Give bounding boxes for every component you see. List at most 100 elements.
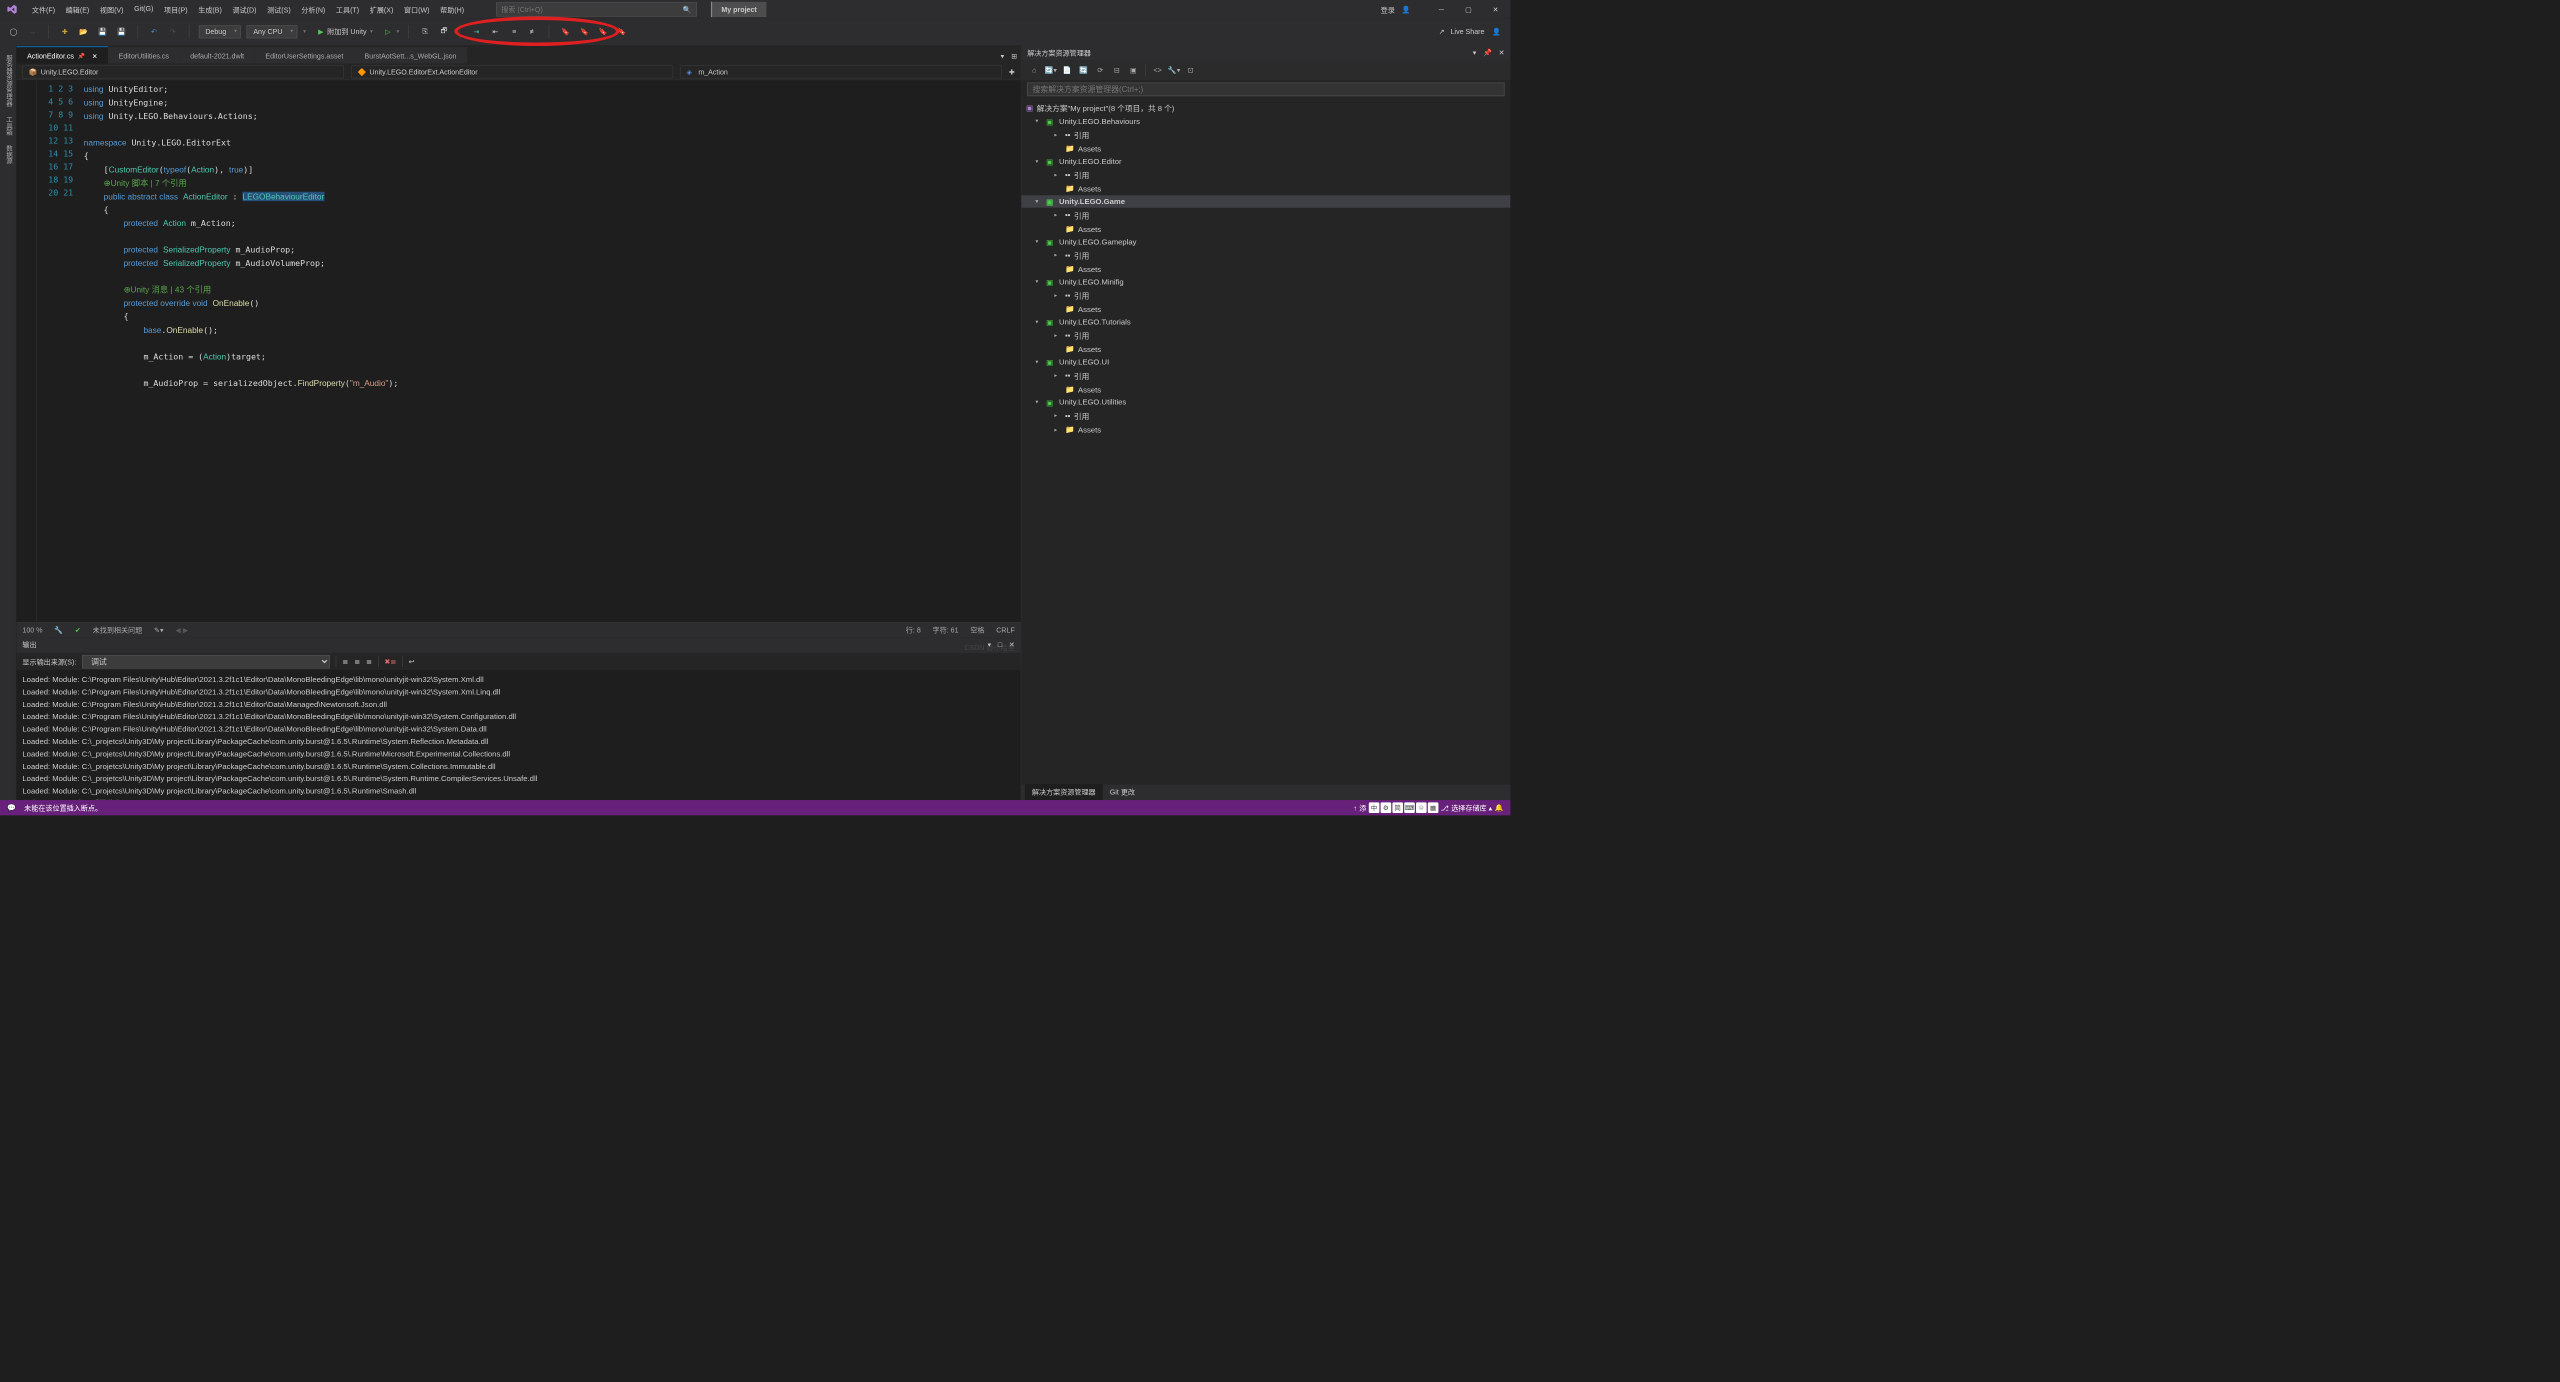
chevron-right-icon[interactable]: ▸: [1054, 172, 1061, 178]
explorer-search[interactable]: [1027, 82, 1504, 96]
chevron-right-icon[interactable]: ▸: [1054, 412, 1061, 418]
save-icon[interactable]: 💾: [96, 25, 109, 38]
config-dropdown[interactable]: Debug: [199, 25, 241, 38]
nav-back-icon[interactable]: ◯: [7, 25, 20, 38]
live-share-icon[interactable]: ↗: [1439, 27, 1445, 35]
brush-icon[interactable]: ✎▾: [154, 626, 163, 634]
search-input[interactable]: [501, 5, 682, 13]
menu-debug[interactable]: 调试(D): [228, 2, 261, 17]
output-body[interactable]: Loaded: Module: C:\Program Files\Unity\H…: [17, 670, 1021, 800]
menu-edit[interactable]: 编辑(E): [61, 2, 94, 17]
chevron-right-icon[interactable]: ▸: [1054, 332, 1061, 338]
menu-build[interactable]: 生成(B): [194, 2, 227, 17]
save-all-icon[interactable]: 💾: [115, 25, 128, 38]
uncomment-icon[interactable]: ≢: [527, 25, 540, 38]
ime-bar[interactable]: 中⚙简⌨☺▦: [1369, 802, 1439, 813]
chevron-right-icon[interactable]: ▸: [1054, 426, 1061, 432]
menu-analyze[interactable]: 分析(N): [297, 2, 330, 17]
sidebar-toolbox[interactable]: 工具箱: [0, 111, 16, 140]
open-icon[interactable]: 📂: [77, 25, 90, 38]
chevron-down-icon[interactable]: ▾: [1035, 198, 1042, 204]
explorer-dropdown-icon[interactable]: ▾: [1473, 48, 1477, 56]
browse-icon[interactable]: 🗗: [437, 25, 450, 38]
code-body[interactable]: using UnityEditor; using UnityEngine; us…: [84, 80, 1021, 622]
project-selector[interactable]: My project: [711, 2, 766, 17]
chevron-right-icon[interactable]: ▸: [1054, 252, 1061, 258]
menu-extensions[interactable]: 扩展(X): [365, 2, 398, 17]
chevron-down-icon[interactable]: ▾: [1035, 359, 1042, 365]
output-goto-icon[interactable]: ≣: [342, 657, 348, 665]
chevron-down-icon[interactable]: ▾: [1035, 238, 1042, 244]
explorer-close-icon[interactable]: ✕: [1499, 48, 1505, 56]
pending-icon[interactable]: 📄: [1060, 63, 1074, 77]
solution-tree[interactable]: ▣解决方案"My project"(8 个项目，共 8 个) ▾▣Unity.L…: [1021, 98, 1510, 785]
output-source-select[interactable]: 调试: [82, 655, 330, 669]
props-icon[interactable]: 🔧▾: [1167, 63, 1181, 77]
user-icon[interactable]: 👤: [1402, 5, 1411, 13]
tab-actioneditor[interactable]: ActionEditor.cs 📌 ✕: [17, 46, 108, 64]
login-button[interactable]: 登录: [1381, 4, 1395, 14]
code-editor[interactable]: 1 2 3 4 5 6 7 8 9 10 11 12 13 14 15 16 1…: [17, 80, 1021, 622]
close-icon[interactable]: ✕: [1487, 1, 1505, 19]
output-next-icon[interactable]: ≣: [366, 657, 372, 665]
tab-dwlt[interactable]: default-2021.dwlt: [180, 47, 255, 64]
explorer-pin-icon[interactable]: 📌: [1483, 48, 1492, 56]
undo-icon[interactable]: ↶: [148, 25, 161, 38]
start-debug-button[interactable]: ▶ 附加到 Unity ▾: [312, 24, 380, 39]
menu-window[interactable]: 窗口(W): [399, 2, 434, 17]
chevron-down-icon[interactable]: ▾: [1035, 319, 1042, 325]
output-clear-icon[interactable]: ✖≣: [384, 657, 396, 665]
maximize-icon[interactable]: ▢: [1460, 1, 1478, 19]
crumb-class[interactable]: 🔶 Unity.LEGO.EditorExt.ActionEditor: [351, 65, 673, 78]
refactor-icon[interactable]: 🔧: [54, 626, 63, 634]
tabs-more-icon[interactable]: ⊞: [1008, 48, 1021, 63]
pin-icon[interactable]: 📌: [78, 53, 85, 59]
split-icon[interactable]: ✚: [1009, 68, 1015, 76]
chevron-down-icon[interactable]: ▾: [1035, 278, 1042, 284]
switch-view-icon[interactable]: 🔄▾: [1044, 63, 1058, 77]
menu-project[interactable]: 项目(P): [159, 2, 192, 17]
menu-view[interactable]: 视图(V): [95, 2, 128, 17]
feedback-icon[interactable]: 👤: [1490, 25, 1503, 38]
tab-usersettings[interactable]: EditorUserSettings.asset: [255, 47, 354, 64]
indent-icon[interactable]: ⇥: [470, 25, 483, 38]
new-item-icon[interactable]: ✚: [58, 25, 71, 38]
show-all-icon[interactable]: ▣: [1126, 63, 1140, 77]
notification-icon[interactable]: 🔔: [1494, 804, 1503, 812]
zoom-level[interactable]: 100 %: [22, 626, 42, 634]
output-prev-icon[interactable]: ≣: [354, 657, 360, 665]
home-icon[interactable]: ⌂: [1027, 63, 1041, 77]
menu-test[interactable]: 测试(S): [262, 2, 295, 17]
menu-git[interactable]: Git(G): [129, 2, 158, 17]
preview-icon[interactable]: ⊡: [1184, 63, 1198, 77]
chevron-down-icon[interactable]: ▾: [1035, 399, 1042, 405]
chevron-right-icon[interactable]: ▸: [1054, 292, 1061, 298]
tab-editorutilities[interactable]: EditorUtilities.cs: [108, 47, 180, 64]
step-icon[interactable]: ⎘: [419, 25, 432, 38]
chevron-down-icon[interactable]: ▾: [1035, 158, 1042, 164]
eol-mode[interactable]: CRLF: [996, 626, 1014, 634]
menu-help[interactable]: 帮助(H): [435, 2, 468, 17]
chevron-right-icon[interactable]: ▸: [1054, 132, 1061, 138]
panel-tab-git[interactable]: Git 更改: [1103, 784, 1142, 800]
chevron-down-icon[interactable]: ▾: [1035, 118, 1042, 124]
start-without-debug-icon[interactable]: ▷: [385, 27, 390, 35]
chevron-right-icon[interactable]: ▸: [1054, 372, 1061, 378]
prev-bookmark-icon[interactable]: 🔖: [578, 25, 591, 38]
whitespace-mode[interactable]: 空格: [970, 625, 984, 635]
code-icon[interactable]: <>: [1151, 63, 1165, 77]
menu-file[interactable]: 文件(F): [27, 2, 60, 17]
redo-icon[interactable]: ↷: [166, 25, 179, 38]
platform-dropdown[interactable]: Any CPU: [247, 25, 297, 38]
clear-bookmark-icon[interactable]: 🔖: [616, 25, 629, 38]
sync-icon[interactable]: 🔄: [1077, 63, 1091, 77]
crumb-namespace[interactable]: 📦 Unity.LEGO.Editor: [22, 65, 344, 78]
next-bookmark-icon[interactable]: 🔖: [597, 25, 610, 38]
minimize-icon[interactable]: ─: [1433, 1, 1451, 19]
chevron-right-icon[interactable]: ▸: [1054, 212, 1061, 218]
live-share-button[interactable]: Live Share: [1451, 27, 1485, 35]
sidebar-server-explorer[interactable]: 服务器资源管理器: [0, 50, 16, 111]
sidebar-datasources[interactable]: 数据源: [0, 140, 16, 169]
comment-icon[interactable]: ≡: [508, 25, 521, 38]
nav-forward-icon[interactable]: →: [26, 25, 39, 38]
